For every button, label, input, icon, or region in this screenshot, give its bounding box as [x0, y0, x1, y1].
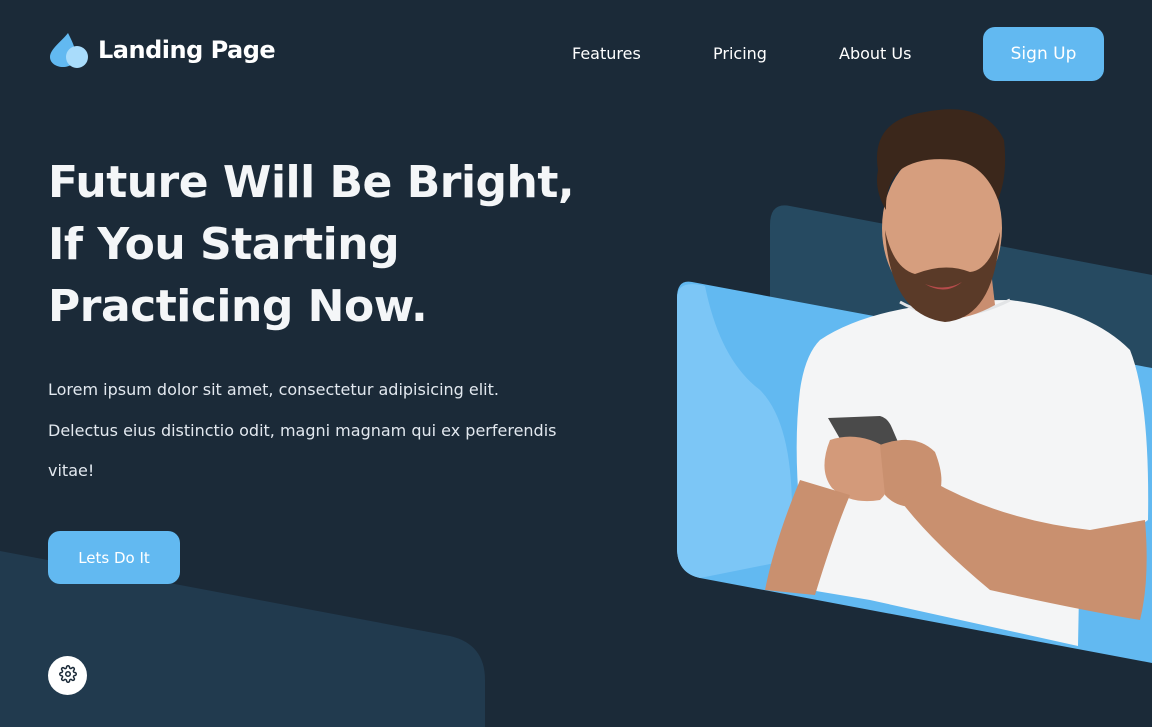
nav-item-features[interactable]: Features [572, 44, 641, 63]
man-figure [765, 109, 1149, 646]
hero-headline: Future Will Be Bright, If You Starting P… [48, 152, 608, 338]
droplets-icon [48, 31, 90, 69]
nav-item-pricing[interactable]: Pricing [713, 44, 767, 63]
hero-image [677, 109, 1152, 663]
settings-button[interactable] [48, 656, 87, 695]
nav-item-about-us[interactable]: About Us [839, 44, 911, 63]
hero-description: Lorem ipsum dolor sit amet, consectetur … [48, 380, 557, 480]
brand-name: Landing Page [98, 36, 276, 64]
gear-icon [58, 664, 77, 687]
sign-up-button[interactable]: Sign Up [983, 27, 1104, 81]
lets-do-it-button[interactable]: Lets Do It [48, 531, 180, 584]
headline-line-1: Future Will Be Bright, [48, 157, 575, 208]
headline-line-2: If You Starting [48, 219, 400, 270]
brand-logo[interactable]: Landing Page [48, 31, 276, 69]
headline-line-3: Practicing Now. [48, 281, 428, 332]
